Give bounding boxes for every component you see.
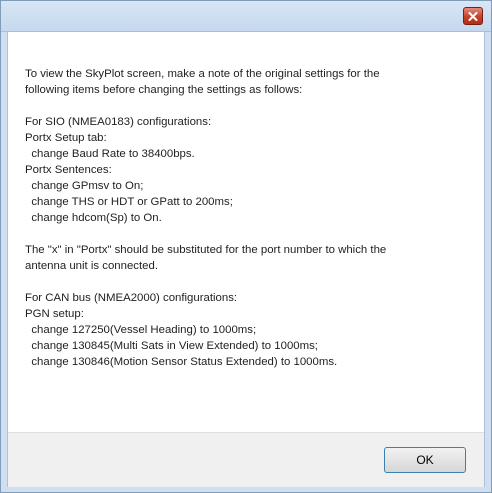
message-line: change hdcom(Sp) to On. [25, 212, 162, 224]
message-line: antenna unit is connected. [25, 260, 158, 272]
title-bar [1, 1, 491, 32]
message-line: For CAN bus (NMEA2000) configurations: [25, 292, 238, 304]
ok-button[interactable]: OK [384, 447, 466, 473]
message-line: change 127250(Vessel Heading) to 1000ms; [25, 324, 257, 336]
message-line: To view the SkyPlot screen, make a note … [25, 68, 380, 80]
message-line: PGN setup: [25, 308, 84, 320]
dialog-content: To view the SkyPlot screen, make a note … [8, 32, 484, 432]
button-bar: OK [8, 432, 484, 487]
message-line: For SIO (NMEA0183) configurations: [25, 116, 212, 128]
message-line: change THS or HDT or GPatt to 200ms; [25, 196, 233, 208]
message-line: following items before changing the sett… [25, 84, 303, 96]
window-frame-bottom [1, 487, 491, 492]
message-line: change 130845(Multi Sats in View Extende… [25, 340, 318, 352]
dialog-window: To view the SkyPlot screen, make a note … [0, 0, 492, 493]
message-line: change 130846(Motion Sensor Status Exten… [25, 356, 338, 368]
message-text: To view the SkyPlot screen, make a note … [25, 66, 474, 370]
message-line: The "x" in "Portx" should be substituted… [25, 244, 387, 256]
message-line: change Baud Rate to 38400bps. [25, 148, 195, 160]
close-button[interactable] [463, 7, 483, 25]
window-frame-left [1, 32, 8, 492]
message-line: change GPmsv to On; [25, 180, 144, 192]
message-line: Portx Setup tab: [25, 132, 107, 144]
close-x-icon [468, 11, 478, 21]
window-frame-right [484, 32, 491, 492]
message-line: Portx Sentences: [25, 164, 112, 176]
